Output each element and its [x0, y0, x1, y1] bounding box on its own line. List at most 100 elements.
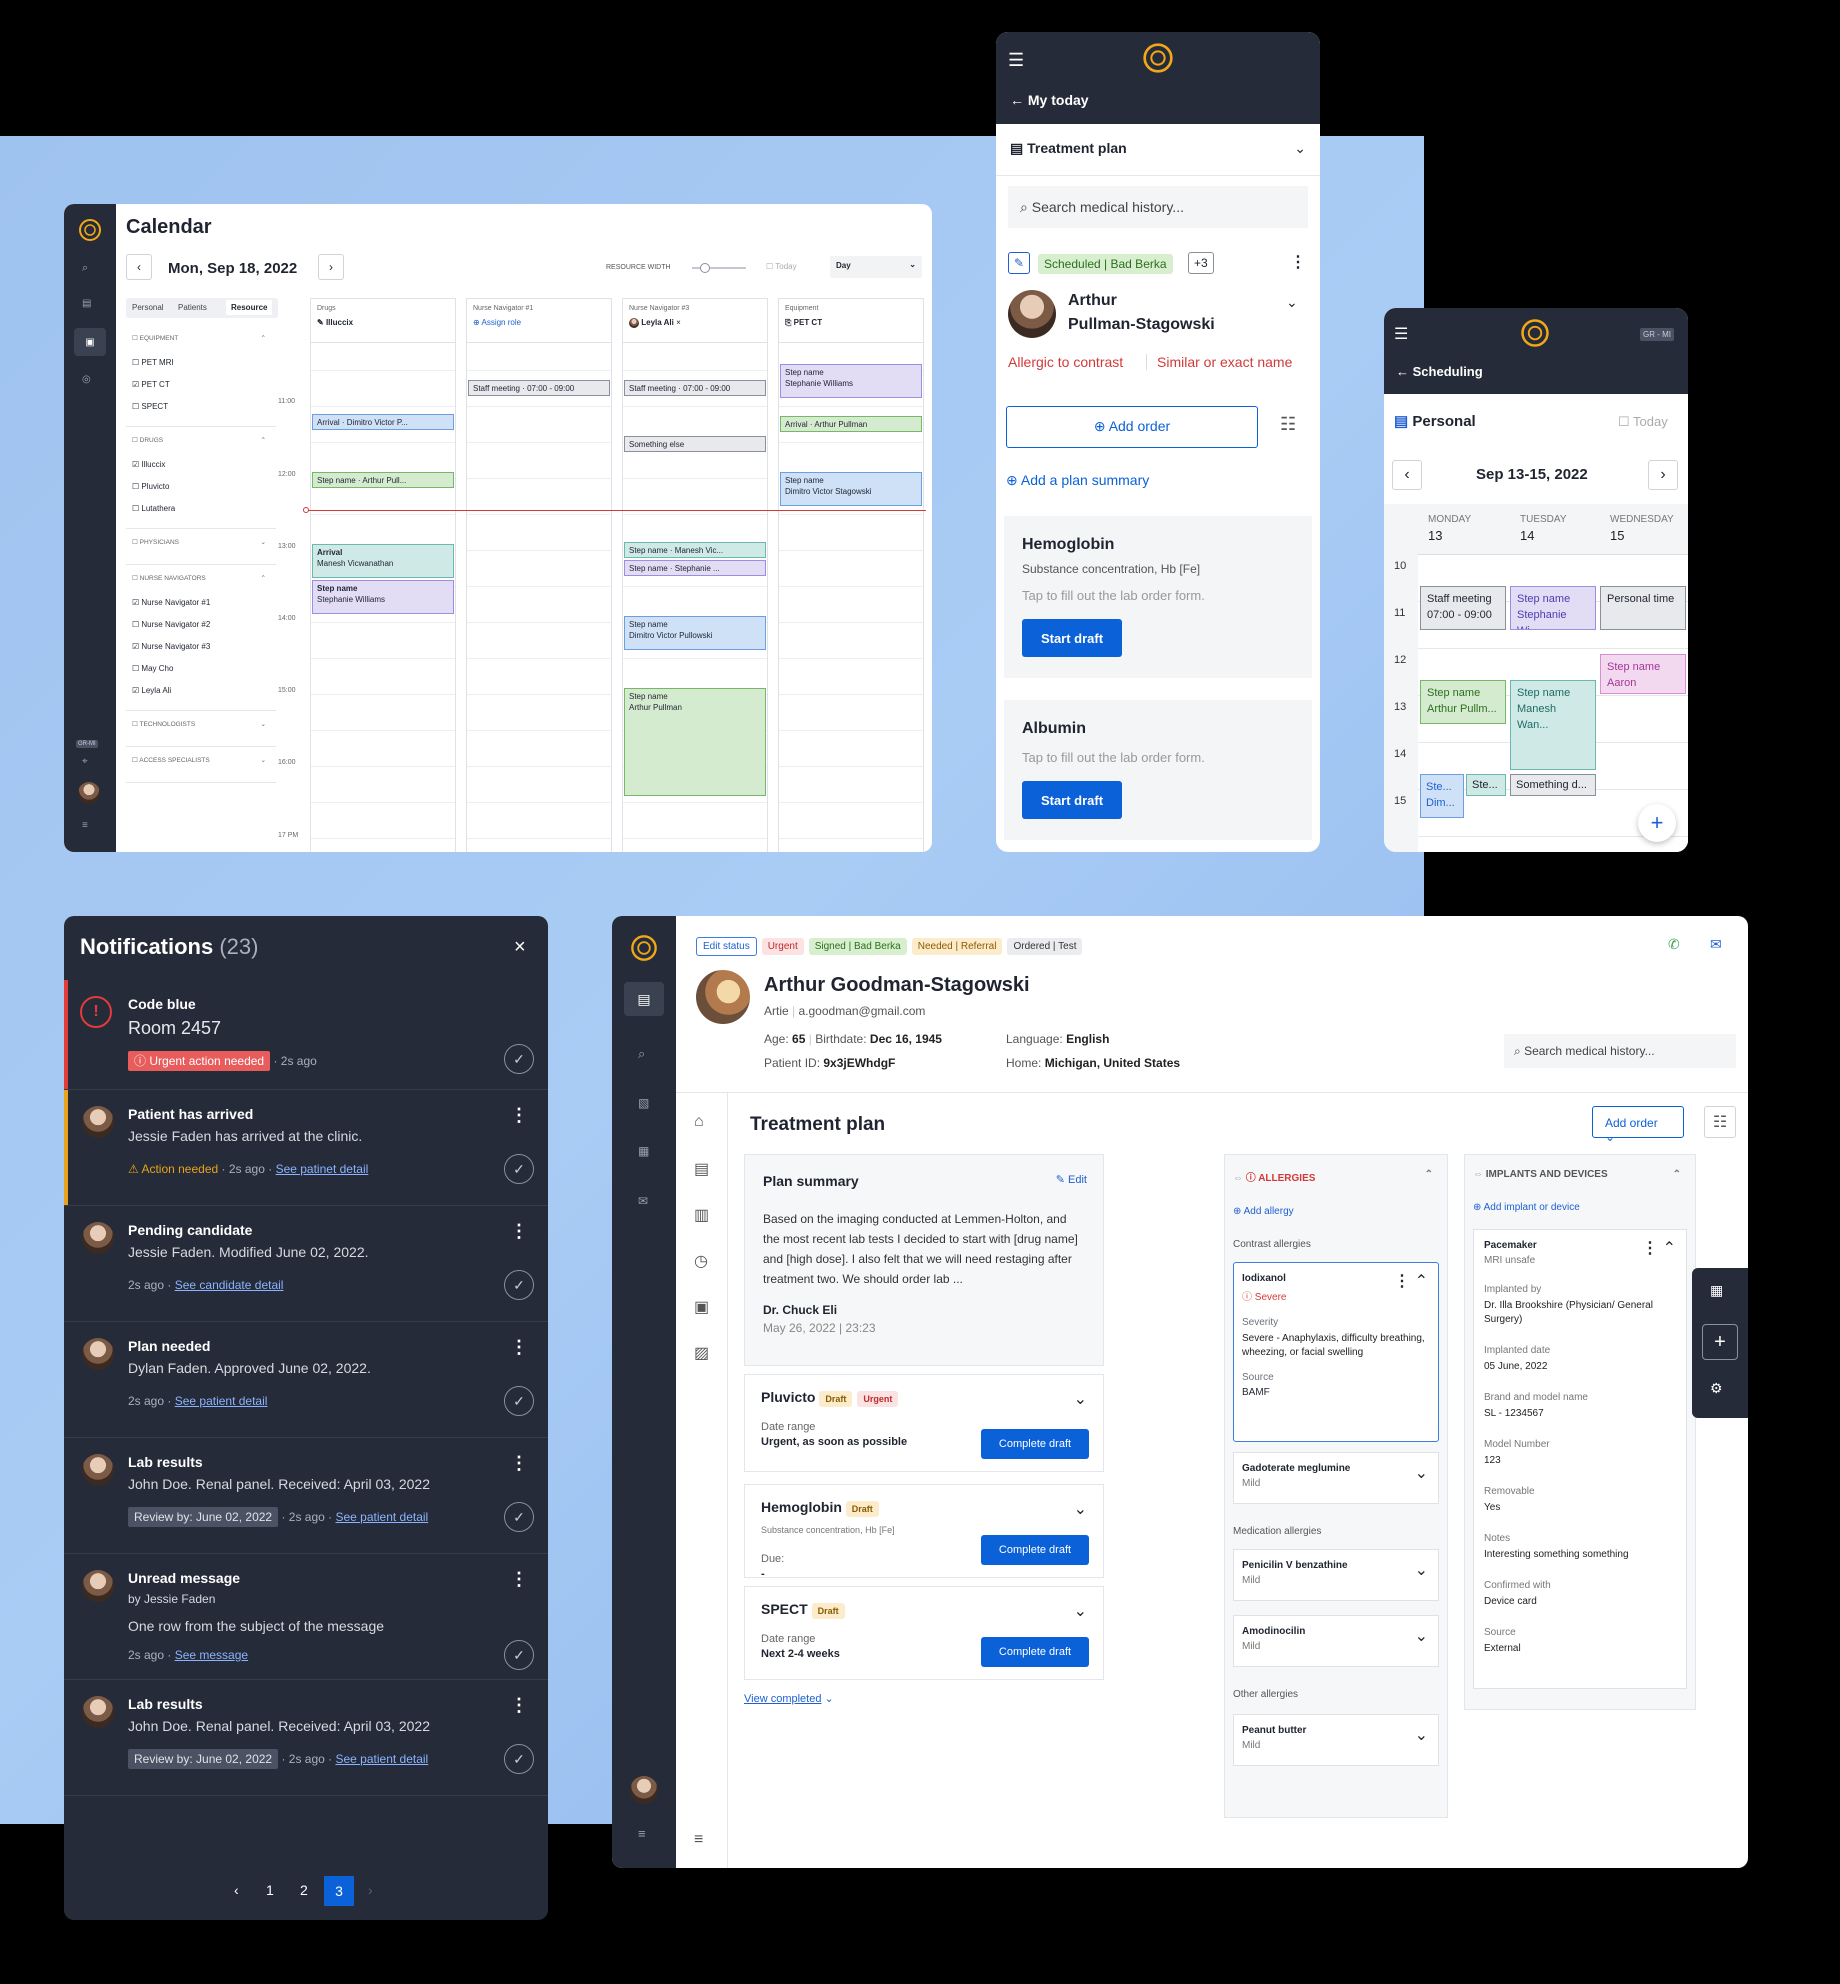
checkbox[interactable]: ☐: [132, 664, 139, 673]
order-card[interactable]: Pluvicto Draft Urgent ⌄ Date range Urgent, a…: [744, 1374, 1104, 1472]
add-allergy-link[interactable]: ⊕ Add allergy: [1233, 1206, 1439, 1217]
allergy-card[interactable]: Gadoterate meglumine Mild ⌄: [1233, 1452, 1439, 1504]
notification-item[interactable]: Patient has arrived Jessie Faden has arri…: [64, 1090, 548, 1206]
chevron-up-icon[interactable]: ⌃: [1663, 1238, 1676, 1258]
filter-item[interactable]: ☐ PET MRI: [132, 358, 174, 367]
page-number-active[interactable]: 3: [324, 1876, 354, 1906]
implant-card[interactable]: Pacemaker ⋮ ⌃ MRI unsafe Implanted by Dr. …: [1473, 1229, 1687, 1689]
calendar-event[interactable]: Step name Stephanie Williams: [780, 364, 922, 398]
calendar-event[interactable]: Staff meeting · 07:00 - 09:00: [468, 380, 610, 396]
calendar-icon[interactable]: ▦: [638, 1144, 649, 1158]
hamburger-icon[interactable]: ☰: [1394, 324, 1408, 344]
checkbox[interactable]: ☑: [132, 460, 139, 469]
checkbox[interactable]: ☑: [132, 380, 139, 389]
next-page-icon[interactable]: ›: [368, 1882, 373, 1898]
prev-day-button[interactable]: ‹: [126, 254, 152, 280]
filter-group-header[interactable]: ☐ PHYSICIANS ⌄: [132, 538, 274, 546]
chevron-up-icon[interactable]: ⌃: [1425, 1169, 1433, 1180]
calendar-event[interactable]: Step name Dimitro Victor Pullowski: [624, 616, 766, 650]
view-completed-link[interactable]: View completed ⌄: [744, 1692, 834, 1705]
kebab-icon[interactable]: ⋮: [1290, 252, 1306, 272]
view-selector[interactable]: ▤ Personal: [1394, 412, 1476, 430]
gear-icon[interactable]: ⚙: [1710, 1380, 1723, 1397]
schedule-event[interactable]: Step name Stephanie Wi...: [1510, 586, 1596, 630]
expand-menu-icon[interactable]: ≡: [694, 1831, 703, 1849]
notification-item[interactable]: ! Code blue Room 2457 ⓘ Urgent action neede…: [64, 980, 548, 1090]
add-implant-link[interactable]: ⊕ Add implant or device: [1473, 1202, 1687, 1213]
checkbox[interactable]: ☐: [132, 757, 138, 764]
mail-icon[interactable]: ✉: [638, 1194, 648, 1208]
calendar-event[interactable]: Step name Stephanie Williams: [312, 580, 454, 614]
schedule-event[interactable]: Step name Arthur Pullm...: [1420, 680, 1506, 724]
today-toggle[interactable]: ☐ Today: [766, 262, 797, 271]
chevron-up-icon[interactable]: ⌃: [1673, 1169, 1681, 1180]
home-icon[interactable]: ⌂: [694, 1113, 704, 1131]
document-icon[interactable]: ▤: [694, 1159, 709, 1179]
chevron-down-icon[interactable]: ⌄: [1074, 1389, 1087, 1409]
filter-item[interactable]: ☐ Pluvicto: [132, 482, 169, 491]
checkbox[interactable]: ☐: [132, 402, 139, 411]
complete-draft-button[interactable]: Complete draft: [981, 1429, 1089, 1459]
page-number[interactable]: 1: [266, 1882, 274, 1898]
kebab-icon[interactable]: ⋮: [510, 1696, 528, 1714]
filter-item[interactable]: ☑ Nurse Navigator #3: [132, 642, 210, 651]
checkbox[interactable]: ☑: [132, 686, 139, 695]
checkbox[interactable]: ☐: [132, 575, 138, 582]
filter-item[interactable]: ☑ Illuccix: [132, 460, 165, 469]
kebab-icon[interactable]: ⋮: [510, 1454, 528, 1472]
add-event-button[interactable]: +: [1638, 804, 1676, 842]
calendar-event[interactable]: Arrival · Arthur Pullman: [780, 416, 922, 432]
checkbox[interactable]: ☑: [132, 642, 139, 651]
detail-link[interactable]: See patient detail: [335, 1510, 428, 1524]
notification-item[interactable]: Pending candidate Jessie Faden. Modified …: [64, 1206, 548, 1322]
checkbox[interactable]: ☐: [132, 539, 138, 546]
detail-link[interactable]: See message: [175, 1648, 248, 1662]
chevron-up-icon[interactable]: ⌃: [1415, 1271, 1428, 1291]
folder-icon[interactable]: ▧: [638, 1096, 649, 1110]
schedule-event[interactable]: Ste... Dim...: [1420, 774, 1464, 818]
complete-draft-button[interactable]: Complete draft: [981, 1637, 1089, 1667]
mark-read-button[interactable]: ✓: [504, 1640, 534, 1670]
location-icon[interactable]: ⌖: [82, 756, 88, 767]
notification-item[interactable]: Plan needed Dylan Faden. Approved June 02…: [64, 1322, 548, 1438]
kebab-icon[interactable]: ⋮: [510, 1106, 528, 1124]
back-link[interactable]: ← My today: [1010, 92, 1089, 108]
schedule-event[interactable]: Ste...: [1466, 774, 1506, 796]
calendar-event[interactable]: Arrival Manesh Vicwanathan: [312, 544, 454, 578]
start-draft-button[interactable]: Start draft: [1022, 619, 1122, 657]
collapse-menu-icon[interactable]: ≡: [638, 1826, 646, 1841]
checkbox[interactable]: ☐: [132, 437, 138, 444]
calendar-event[interactable]: Arrival · Dimitro Victor P...: [312, 414, 454, 430]
filter-item[interactable]: ☑ Nurse Navigator #1: [132, 598, 210, 607]
add-summary-link[interactable]: ⊕ Add a plan summary: [1006, 472, 1149, 489]
view-select[interactable]: Day ⌄: [830, 256, 922, 278]
filter-item[interactable]: ☐ May Cho: [132, 664, 173, 673]
filter-item[interactable]: ☐ SPECT: [132, 402, 168, 411]
filter-group-header[interactable]: ☐ EQUIPMENT ⌃: [132, 334, 274, 342]
mark-read-button[interactable]: ✓: [504, 1386, 534, 1416]
filter-group-header[interactable]: ☐ DRUGS ⌃: [132, 436, 274, 444]
calendar-event[interactable]: Step name · Arthur Pull...: [312, 472, 454, 488]
notification-item[interactable]: Lab results John Doe. Renal panel. Receiv…: [64, 1438, 548, 1554]
checkbox[interactable]: ☐: [132, 335, 138, 342]
prev-page-icon[interactable]: ‹: [234, 1882, 239, 1898]
add-icon[interactable]: +: [1702, 1324, 1738, 1360]
calendar-event[interactable]: Step name · Manesh Vic...: [624, 542, 766, 558]
allergy-card[interactable]: Penicilin V benzathine Mild ⌄: [1233, 1549, 1439, 1601]
filter-icon[interactable]: ☷: [1704, 1106, 1736, 1138]
chart-icon[interactable]: ▨: [694, 1343, 709, 1363]
detail-link[interactable]: See patinet detail: [276, 1162, 369, 1176]
next-range-button[interactable]: ›: [1648, 460, 1678, 490]
more-chip[interactable]: +3: [1188, 252, 1214, 274]
search-input[interactable]: ⌕ Search medical history...: [1504, 1034, 1736, 1068]
filter-group-header[interactable]: ☐ NURSE NAVIGATORS ⌃: [132, 574, 274, 582]
mark-read-button[interactable]: ✓: [504, 1044, 534, 1074]
mark-read-button[interactable]: ✓: [504, 1744, 534, 1774]
checkbox[interactable]: ☐: [132, 482, 139, 491]
lab-icon[interactable]: ▥: [694, 1205, 709, 1225]
collapse-menu-icon[interactable]: ≡: [82, 820, 88, 831]
hamburger-icon[interactable]: ☰: [1008, 50, 1024, 71]
email-link[interactable]: a.goodman@gmail.com: [799, 1004, 926, 1018]
tab-personal[interactable]: Personal: [132, 303, 164, 312]
calendar-event[interactable]: Staff meeting · 07:00 - 09:00: [624, 380, 766, 396]
